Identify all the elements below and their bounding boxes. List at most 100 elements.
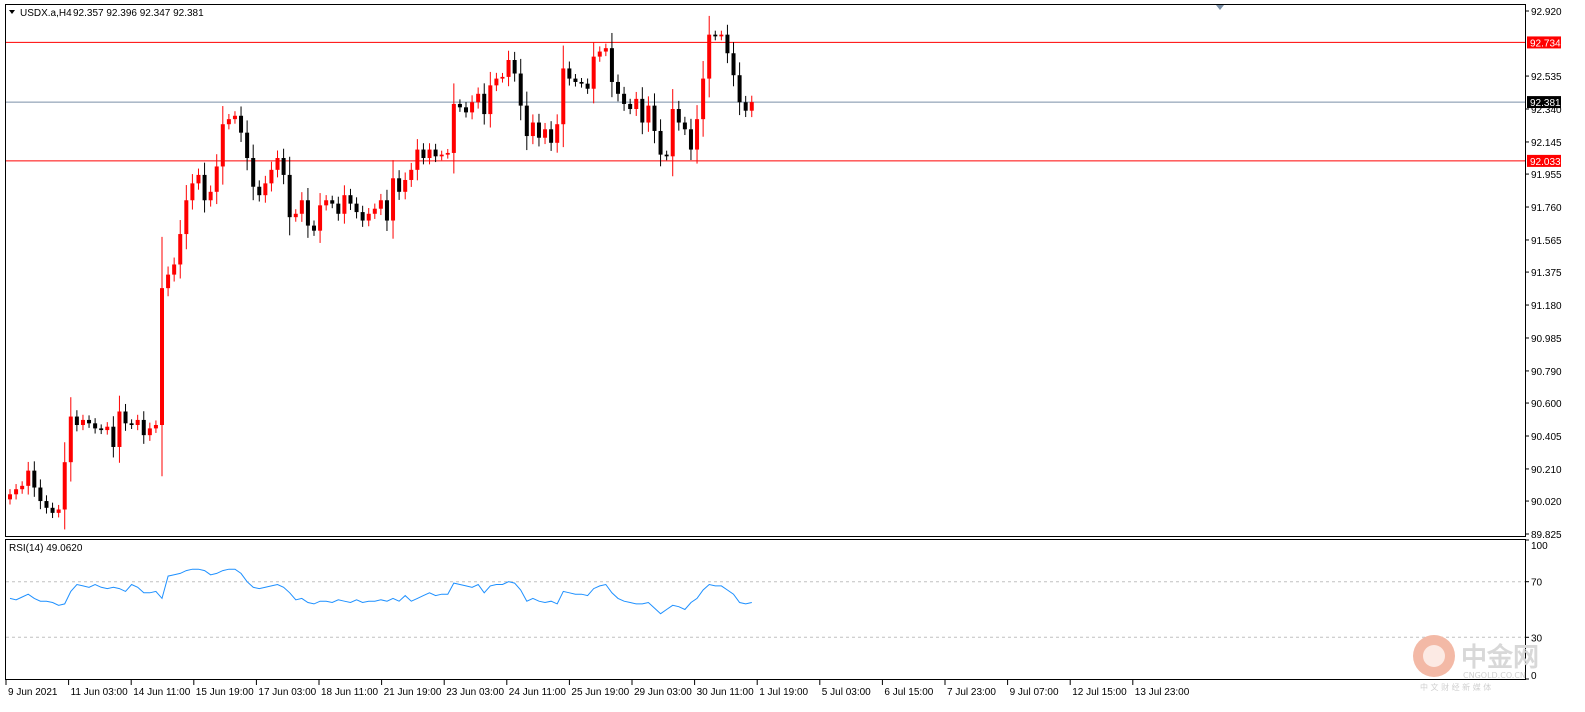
time-tick-label: 1 Jul 19:00 <box>759 687 808 698</box>
time-tick-label: 18 Jun 11:00 <box>321 687 379 698</box>
candle-body <box>676 109 681 123</box>
candle-body <box>281 158 286 175</box>
level-price-label: 92.033 <box>1530 157 1561 168</box>
price-tick-label: 90.790 <box>1531 367 1562 378</box>
level-price-label: 92.734 <box>1530 38 1561 49</box>
candle-body <box>123 411 128 424</box>
main-panel-frame <box>5 4 1526 537</box>
candle-body <box>688 129 693 150</box>
rsi-tick-label: 70 <box>1531 578 1543 589</box>
candle-body <box>105 426 110 431</box>
price-tick-label: 90.020 <box>1531 497 1562 508</box>
candle-body <box>597 51 602 57</box>
rsi-label: RSI(14) 49.0620 <box>9 543 83 554</box>
candle-body <box>622 93 627 104</box>
candle-body <box>366 213 371 221</box>
candle-body <box>482 93 487 115</box>
candle-body <box>701 78 706 120</box>
candlestick-chart[interactable]: 92.73492.03392.92092.53592.34092.14591.9… <box>0 0 1585 712</box>
candle-body <box>38 487 43 502</box>
time-tick-label: 29 Jun 03:00 <box>634 687 692 698</box>
time-tick-label: 5 Jul 03:00 <box>822 687 871 698</box>
price-tick-label: 91.955 <box>1531 170 1562 181</box>
candle-body <box>749 102 754 111</box>
candle-body <box>111 426 116 447</box>
candle-body <box>664 154 669 157</box>
price-tick-label: 90.985 <box>1531 334 1562 345</box>
candle-body <box>336 203 341 214</box>
candle-body <box>707 34 712 79</box>
watermark-name: 中金网 <box>1461 642 1539 673</box>
candle-body <box>141 419 146 436</box>
price-tick-label: 92.920 <box>1531 7 1562 18</box>
watermark-domain: CNGOLD.CO.CN <box>1463 671 1526 680</box>
price-tick-label: 92.535 <box>1531 72 1562 83</box>
candle-body <box>342 195 347 214</box>
candle-body <box>573 78 578 82</box>
candle-body <box>299 200 304 214</box>
candle-body <box>743 102 748 111</box>
candle-body <box>445 152 450 155</box>
candle-body <box>184 200 189 235</box>
candle-body <box>239 115 244 133</box>
candle-body <box>50 507 55 513</box>
time-tick-label: 13 Jul 23:00 <box>1135 687 1190 698</box>
candle-body <box>725 34 730 54</box>
rsi-panel-frame <box>5 539 1526 680</box>
candle-body <box>117 411 122 447</box>
candle-body <box>208 191 213 201</box>
candle-body <box>354 203 359 213</box>
candle-body <box>251 158 256 187</box>
candle-body <box>476 93 481 103</box>
candle-body <box>536 122 541 138</box>
price-tick-label: 91.760 <box>1531 203 1562 214</box>
candle-body <box>56 509 61 513</box>
candle-body <box>190 183 195 201</box>
candle-body <box>269 169 274 184</box>
candle-body <box>409 169 414 180</box>
candle-body <box>457 103 462 108</box>
price-tick-label: 90.405 <box>1531 432 1562 443</box>
rsi-tick-label: 100 <box>1531 541 1548 552</box>
candle-body <box>99 428 104 431</box>
time-tick-label: 14 Jun 11:00 <box>133 687 191 698</box>
watermark-logo-inner <box>1423 645 1445 667</box>
candle-body <box>384 200 389 221</box>
candle-body <box>518 73 523 106</box>
price-tick-label: 90.210 <box>1531 465 1562 476</box>
candle-body <box>318 205 323 231</box>
candle-body <box>214 166 219 192</box>
candle-body <box>634 98 639 110</box>
time-tick-label: 11 Jun 03:00 <box>71 687 129 698</box>
candle-body <box>695 119 700 150</box>
candle-body <box>470 102 475 113</box>
time-tick-label: 7 Jul 23:00 <box>947 687 996 698</box>
candle-body <box>616 81 620 94</box>
candle-body <box>32 470 37 488</box>
candle-body <box>93 423 98 429</box>
candle-body <box>391 178 396 221</box>
candle-body <box>421 149 426 159</box>
candle-body <box>640 98 645 123</box>
watermark-slogan: 中 文 财 经 新 媒 体 <box>1420 682 1491 692</box>
candle-body <box>68 416 73 463</box>
candle-body <box>403 179 408 192</box>
candle-body <box>62 462 67 510</box>
candle-body <box>737 75 742 103</box>
candle-body <box>257 186 262 196</box>
price-tick-label: 91.565 <box>1531 236 1562 247</box>
candle-body <box>226 119 231 125</box>
candle-body <box>719 34 724 37</box>
candle-body <box>512 60 517 74</box>
candle-body <box>415 149 420 170</box>
time-tick-label: 21 Jun 19:00 <box>384 687 442 698</box>
candle-body <box>312 225 316 231</box>
time-tick-label: 15 Jun 19:00 <box>196 687 254 698</box>
candle-body <box>591 56 596 89</box>
candle-body <box>129 423 134 426</box>
candle-body <box>87 419 92 424</box>
candle-body <box>524 105 529 137</box>
candle-body <box>658 130 663 155</box>
candle-body <box>153 425 158 429</box>
candle-body <box>232 115 237 120</box>
